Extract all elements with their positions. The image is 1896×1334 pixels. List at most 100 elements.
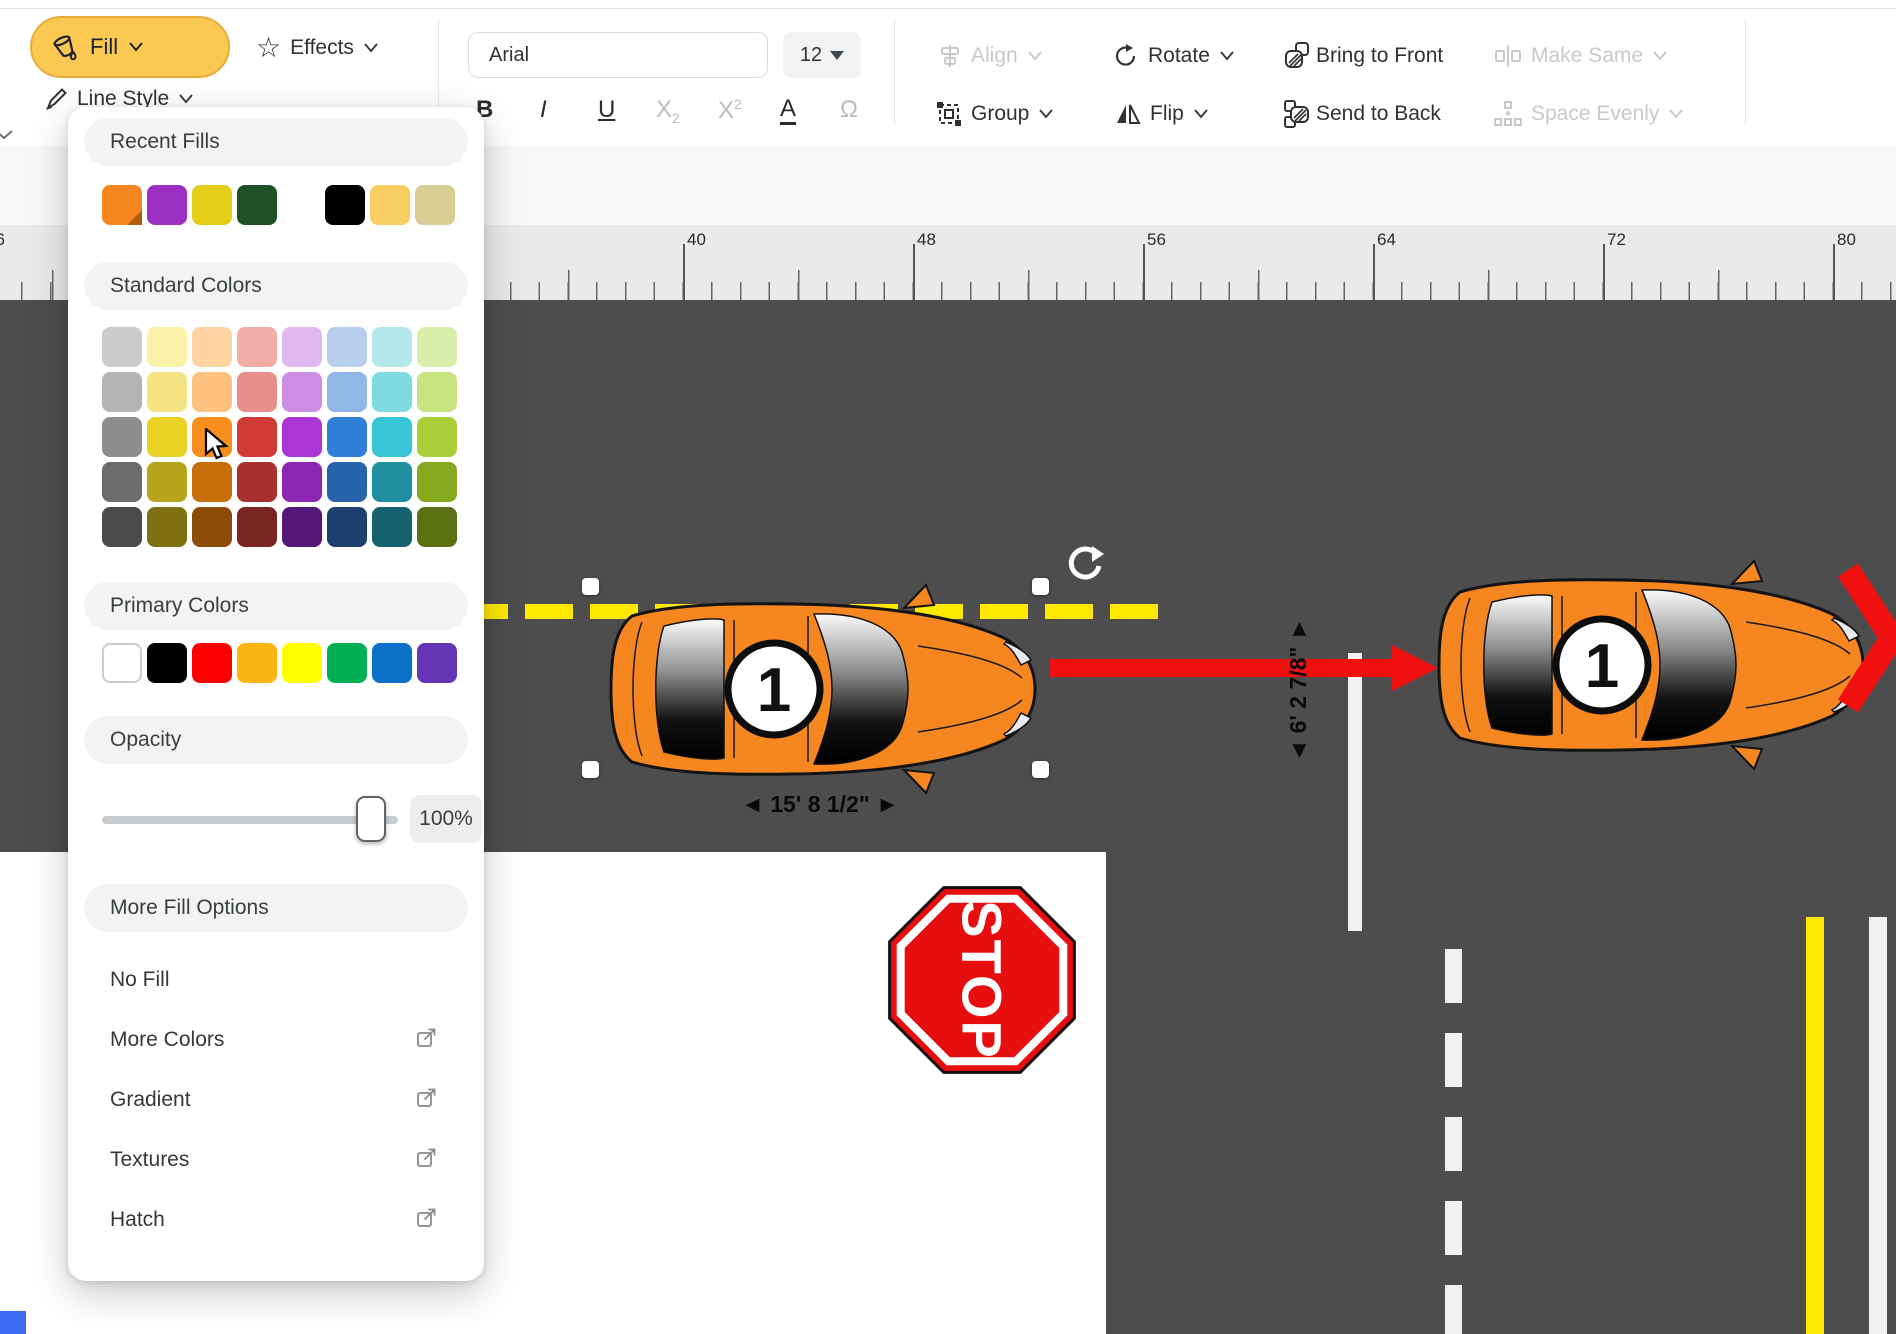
standard-color-swatch[interactable] — [147, 507, 187, 547]
standard-color-swatch[interactable] — [372, 507, 412, 547]
car-2[interactable]: 1 — [1430, 556, 1870, 774]
standard-color-swatch[interactable] — [327, 507, 367, 547]
recent-fill-swatch[interactable] — [237, 185, 277, 225]
recent-fill-swatch[interactable] — [415, 185, 455, 225]
recent-fill-swatch[interactable] — [102, 185, 142, 225]
bring-to-front-button[interactable]: Bring to Front — [1282, 36, 1443, 76]
standard-color-swatch[interactable] — [237, 327, 277, 367]
italic-button[interactable]: I — [540, 96, 547, 124]
flip-button[interactable]: Flip — [1115, 94, 1209, 134]
primary-color-swatch[interactable] — [192, 643, 232, 683]
fill-button[interactable]: Fill — [30, 16, 230, 78]
fill-option-no-fill[interactable]: No Fill — [84, 958, 468, 1002]
underline-button[interactable]: U — [598, 96, 615, 124]
standard-color-swatch[interactable] — [372, 372, 412, 412]
primary-color-swatch[interactable] — [417, 643, 457, 683]
standard-color-swatch[interactable] — [102, 327, 142, 367]
standard-color-swatch[interactable] — [192, 372, 232, 412]
recent-fill-swatch[interactable] — [370, 185, 410, 225]
standard-color-swatch[interactable] — [147, 372, 187, 412]
primary-color-swatch[interactable] — [237, 643, 277, 683]
superscript-button[interactable]: X2 — [718, 96, 742, 125]
standard-color-swatch[interactable] — [327, 462, 367, 502]
standard-color-swatch[interactable] — [327, 372, 367, 412]
chevron-down-icon[interactable] — [0, 128, 16, 142]
font-family-input[interactable]: Arial — [468, 32, 768, 78]
recent-fill-swatch[interactable] — [147, 185, 187, 225]
standard-color-swatch[interactable] — [147, 462, 187, 502]
fill-option-label: Textures — [84, 1148, 416, 1172]
standard-color-swatch[interactable] — [417, 327, 457, 367]
standard-color-swatch[interactable] — [417, 372, 457, 412]
font-size-dropdown[interactable]: 12 — [783, 32, 861, 78]
red-bent-arrow[interactable] — [1836, 555, 1896, 735]
standard-color-swatch[interactable] — [282, 462, 322, 502]
white-edge-line[interactable] — [1869, 917, 1887, 1334]
primary-color-swatch[interactable] — [147, 643, 187, 683]
special-character-button[interactable]: Ω — [840, 96, 858, 124]
send-to-back-button[interactable]: Send to Back — [1282, 94, 1441, 134]
standard-color-swatch[interactable] — [192, 462, 232, 502]
standard-color-swatch[interactable] — [327, 417, 367, 457]
external-link-icon — [416, 1028, 436, 1048]
selection-handle-top-left[interactable] — [582, 578, 599, 595]
selection-handle-bottom-left[interactable] — [582, 761, 599, 778]
standard-color-swatch[interactable] — [102, 507, 142, 547]
standard-color-swatch[interactable] — [372, 417, 412, 457]
standard-color-swatch[interactable] — [417, 417, 457, 457]
page-corner-marker[interactable] — [0, 1311, 26, 1334]
recent-fill-swatch[interactable] — [192, 185, 232, 225]
car-1[interactable]: 1 — [602, 580, 1042, 798]
standard-color-swatch[interactable] — [327, 327, 367, 367]
standard-color-swatch[interactable] — [102, 417, 142, 457]
standard-color-swatch[interactable] — [372, 327, 412, 367]
fill-option-gradient[interactable]: Gradient — [84, 1078, 468, 1122]
selection-handle-top-right[interactable] — [1032, 578, 1049, 595]
red-arrow-head[interactable] — [1392, 645, 1438, 691]
standard-color-swatch[interactable] — [147, 417, 187, 457]
standard-color-swatch[interactable] — [417, 507, 457, 547]
group-button[interactable]: Group — [936, 94, 1054, 134]
fill-options-panel: Recent Fills Standard Colors Primary Col… — [68, 107, 484, 1281]
primary-color-swatch[interactable] — [327, 643, 367, 683]
primary-color-swatch[interactable] — [372, 643, 412, 683]
standard-color-swatch[interactable] — [192, 507, 232, 547]
opacity-slider-track[interactable] — [102, 816, 398, 824]
effects-button[interactable]: ☆ Effects — [256, 28, 379, 68]
make-same-button[interactable]: Make Same — [1494, 36, 1668, 76]
opacity-slider-thumb[interactable] — [356, 796, 386, 842]
primary-color-swatch[interactable] — [282, 643, 322, 683]
standard-color-swatch[interactable] — [147, 327, 187, 367]
primary-color-swatch[interactable] — [102, 643, 142, 683]
standard-color-swatch[interactable] — [237, 462, 277, 502]
space-evenly-button[interactable]: Space Evenly — [1494, 94, 1684, 134]
standard-color-swatch[interactable] — [282, 372, 322, 412]
white-stop-line[interactable] — [1348, 653, 1362, 931]
rotate-button[interactable]: Rotate — [1113, 36, 1235, 76]
white-dashed-lane-line[interactable] — [1445, 949, 1462, 1334]
fill-option-textures[interactable]: Textures — [84, 1138, 468, 1182]
standard-color-swatch[interactable] — [417, 462, 457, 502]
selection-handle-bottom-right[interactable] — [1032, 761, 1049, 778]
yellow-edge-line[interactable] — [1806, 917, 1824, 1334]
standard-color-swatch[interactable] — [282, 507, 322, 547]
standard-color-swatch[interactable] — [372, 462, 412, 502]
standard-color-swatch[interactable] — [102, 372, 142, 412]
recent-fill-swatch[interactable] — [325, 185, 365, 225]
red-arrow-shaft[interactable] — [1050, 659, 1392, 677]
standard-color-swatch[interactable] — [237, 507, 277, 547]
vertical-road-shape[interactable] — [1106, 852, 1896, 1334]
standard-color-swatch[interactable] — [192, 327, 232, 367]
standard-color-swatch[interactable] — [282, 327, 322, 367]
font-color-button[interactable]: A — [780, 96, 796, 125]
standard-color-swatch[interactable] — [237, 372, 277, 412]
standard-color-swatch[interactable] — [282, 417, 322, 457]
subscript-button[interactable]: X2 — [656, 96, 680, 126]
stop-sign[interactable]: STOP — [877, 875, 1087, 1085]
fill-option-more-colors[interactable]: More Colors — [84, 1018, 468, 1062]
rotation-handle-icon[interactable] — [1062, 540, 1106, 584]
standard-color-swatch[interactable] — [102, 462, 142, 502]
standard-color-swatch[interactable] — [237, 417, 277, 457]
fill-option-hatch[interactable]: Hatch — [84, 1198, 468, 1242]
align-button[interactable]: Align — [938, 36, 1043, 76]
